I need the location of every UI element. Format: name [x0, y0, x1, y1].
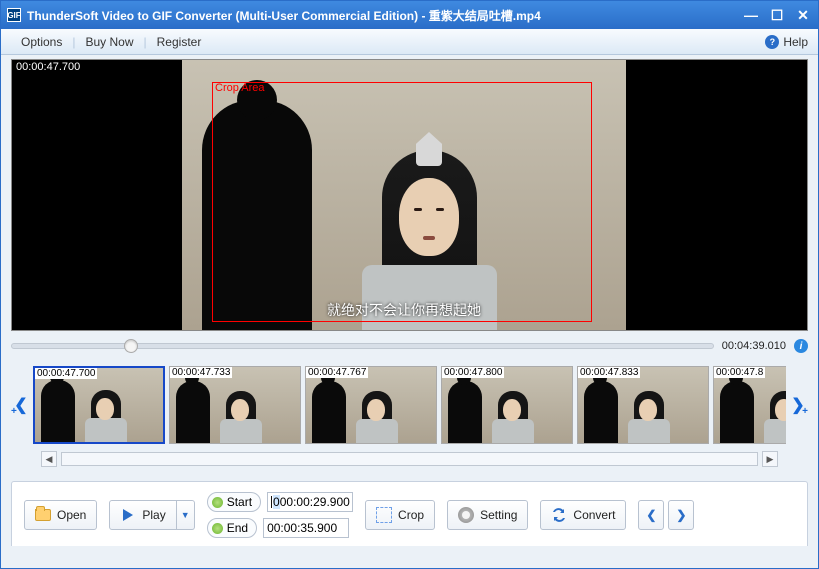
thumbnail-timestamp: 00:00:47.700: [35, 368, 97, 379]
start-dot-icon: [212, 497, 223, 508]
thumbs-next-add-button[interactable]: ❯+: [788, 365, 808, 445]
open-button[interactable]: Open: [24, 500, 97, 530]
info-icon[interactable]: i: [794, 339, 808, 353]
thumbs-prev-add-button[interactable]: +❮: [11, 365, 31, 445]
video-duration: 00:04:39.010: [722, 340, 786, 352]
folder-icon: [35, 507, 51, 523]
titlebar: GIF ThunderSoft Video to GIF Converter (…: [1, 1, 818, 29]
menu-buy-now[interactable]: Buy Now: [75, 35, 143, 49]
window-title: ThunderSoft Video to GIF Converter (Mult…: [27, 7, 742, 24]
thumbnail-timestamp: 00:00:47.767: [306, 367, 368, 378]
thumbnail[interactable]: 00:00:47.700: [33, 366, 165, 444]
gear-icon: [458, 507, 474, 523]
play-button-group: Play ▼: [109, 500, 194, 530]
play-button[interactable]: Play: [109, 500, 176, 530]
scroll-track[interactable]: [61, 452, 758, 466]
video-preview[interactable]: 00:00:47.700 就绝对不会让你再想起她 Crop Area: [11, 59, 808, 331]
next-frame-button[interactable]: ❯: [668, 500, 694, 530]
close-button[interactable]: ✕: [794, 7, 812, 23]
thumbnail-timestamp: 00:00:47.800: [442, 367, 504, 378]
start-time-button[interactable]: Start: [207, 492, 261, 512]
video-subtitle: 就绝对不会让你再想起她: [182, 300, 626, 320]
minimize-button[interactable]: —: [742, 7, 760, 23]
thumbnail[interactable]: 00:00:47.833: [577, 366, 709, 444]
scroll-right-button[interactable]: ▶: [762, 451, 778, 467]
thumbnail-timestamp: 00:00:47.733: [170, 367, 232, 378]
convert-button[interactable]: Convert: [540, 500, 626, 530]
end-dot-icon: [212, 523, 223, 534]
thumbnail-strip: 00:00:47.700 00:00:47.733 00:00:47.767 00:0…: [33, 366, 786, 444]
convert-icon: [551, 507, 567, 523]
play-dropdown[interactable]: ▼: [177, 500, 195, 530]
crop-button[interactable]: Crop: [365, 500, 435, 530]
thumbnail-timestamp: 00:00:47.8: [714, 367, 765, 378]
current-timestamp: 00:00:47.700: [12, 60, 84, 74]
bottom-toolbar: Open Play ▼ Start 000:00:29.900: [11, 481, 808, 546]
app-icon: GIF: [7, 8, 21, 22]
video-frame: 就绝对不会让你再想起她: [182, 60, 626, 330]
end-time-button[interactable]: End: [207, 518, 257, 538]
help-icon: ?: [765, 35, 779, 49]
maximize-button[interactable]: ☐: [768, 7, 786, 23]
play-icon: [120, 507, 136, 523]
thumbnail[interactable]: 00:00:47.8: [713, 366, 786, 444]
menu-help[interactable]: ? Help: [765, 35, 808, 49]
scroll-left-button[interactable]: ◀: [41, 451, 57, 467]
thumbnail-scrollbar[interactable]: ◀ ▶: [41, 451, 778, 467]
menu-options[interactable]: Options: [11, 35, 72, 49]
menu-register[interactable]: Register: [147, 35, 212, 49]
end-time-input[interactable]: 00:00:35.900: [263, 518, 349, 538]
seek-slider[interactable]: [11, 343, 714, 349]
thumbnail[interactable]: 00:00:47.733: [169, 366, 301, 444]
thumbnail[interactable]: 00:00:47.800: [441, 366, 573, 444]
seek-thumb[interactable]: [124, 339, 138, 353]
prev-frame-button[interactable]: ❮: [638, 500, 664, 530]
menubar: Options | Buy Now | Register ? Help: [1, 29, 818, 55]
crop-icon: [376, 507, 392, 523]
start-time-input[interactable]: 000:00:29.900: [267, 492, 353, 512]
setting-button[interactable]: Setting: [447, 500, 528, 530]
thumbnail[interactable]: 00:00:47.767: [305, 366, 437, 444]
app-window: GIF ThunderSoft Video to GIF Converter (…: [0, 0, 819, 569]
thumbnail-timestamp: 00:00:47.833: [578, 367, 640, 378]
